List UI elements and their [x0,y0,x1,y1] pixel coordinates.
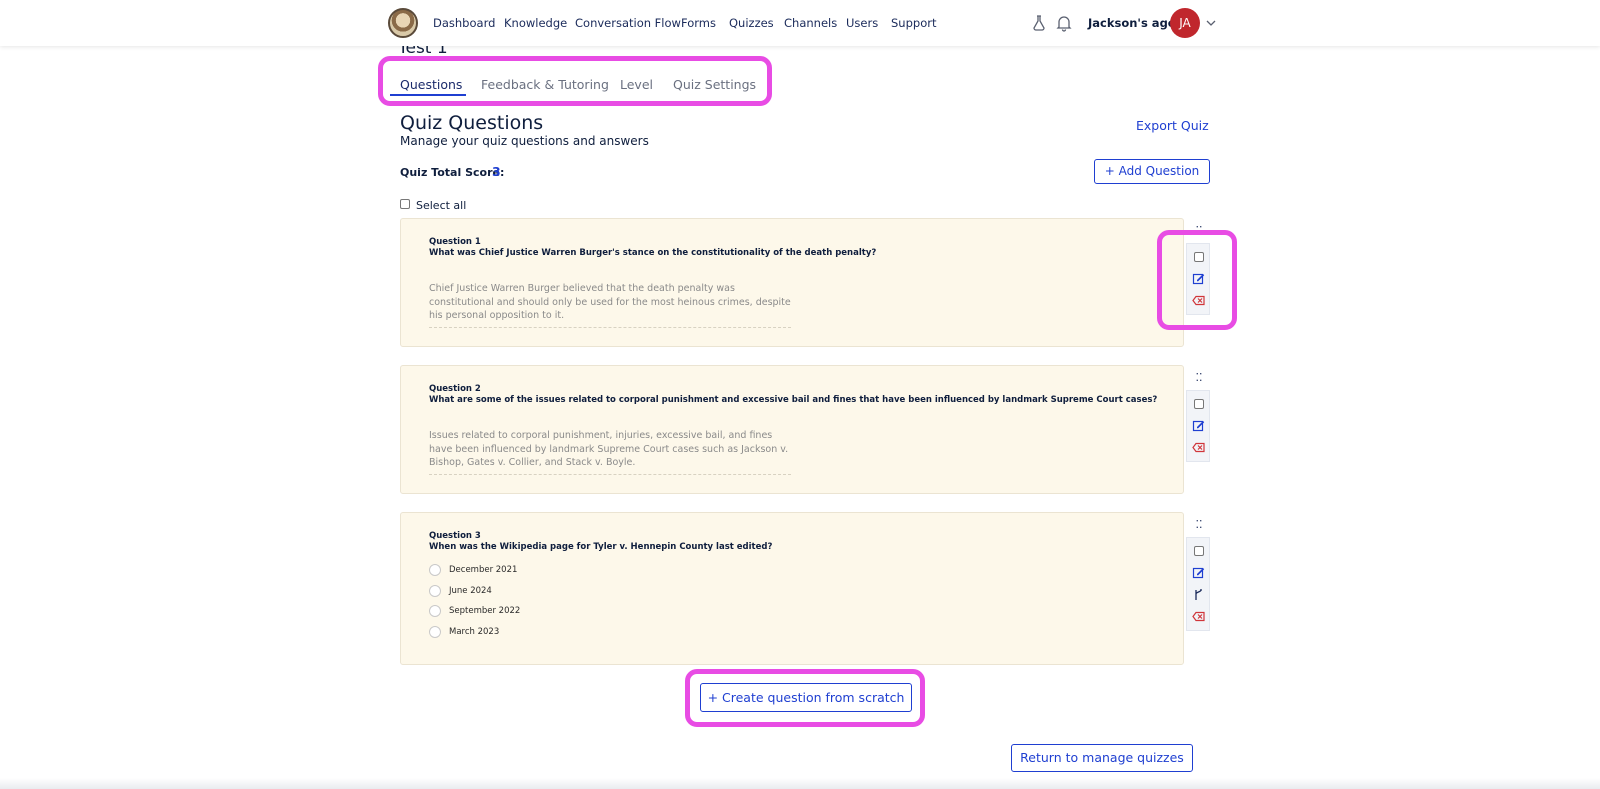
question-card-1: Question 1 What was Chief Justice Warren… [400,218,1184,347]
quiz-total-score-value: 3 [492,164,501,179]
active-tab-indicator [390,94,466,96]
answer-line: Issues related to corporal punishment, i… [429,430,773,441]
create-question-from-scratch-button[interactable]: + Create question from scratch [700,683,912,712]
option-radio[interactable] [429,626,441,638]
answer-line: his personal opposition to it. [429,310,565,321]
return-to-manage-quizzes-button[interactable]: Return to manage quizzes [1011,744,1193,772]
option-label: December 2021 [449,565,518,575]
answer-text: Issues related to corporal punishment, i… [429,429,791,475]
delete-icon[interactable] [1192,441,1205,454]
nav-dashboard[interactable]: Dashboard [433,16,495,30]
edit-icon[interactable] [1192,566,1205,579]
top-nav: Dashboard Knowledge Conversation Flow Fo… [0,0,1600,46]
question-label: Question 2 [429,384,481,394]
question-label: Question 3 [429,531,481,541]
tab-questions[interactable]: Questions [400,77,462,92]
nav-users[interactable]: Users [846,16,878,30]
avatar[interactable]: JA [1170,8,1200,38]
bell-icon[interactable] [1055,14,1073,32]
question-select-checkbox[interactable] [1194,399,1204,409]
drag-handle-icon[interactable]: ⁚⁚ [1194,372,1204,385]
answer-line: have been influenced by landmark Supreme… [429,443,789,455]
option-label: June 2024 [449,586,492,596]
answer-line: constitutional and should only be used f… [429,296,791,308]
nav-support[interactable]: Support [891,16,936,30]
bottom-edge [0,778,1600,789]
app-logo[interactable] [388,8,418,38]
answer-line: Chief Justice Warren Burger believed tha… [429,283,735,294]
edit-icon[interactable] [1192,419,1205,432]
flask-icon[interactable] [1030,14,1048,32]
quiz-total-score-label: Quiz Total Score: [400,166,505,179]
nav-knowledge[interactable]: Knowledge [504,16,567,30]
option-radio[interactable] [429,605,441,617]
question-text: What are some of the issues related to c… [429,395,1158,405]
question-actions-3 [1186,537,1210,631]
tab-quiz-settings[interactable]: Quiz Settings [673,77,756,92]
answer-text: Chief Justice Warren Burger believed tha… [429,282,791,328]
question-actions-2 [1186,390,1210,462]
drag-handle-icon[interactable]: ⁚⁚ [1194,519,1204,532]
branch-icon[interactable] [1192,588,1205,601]
export-quiz-link[interactable]: Export Quiz [1136,118,1209,133]
answer-line: Bishop, Gates v. Collier, and Stack v. B… [429,457,636,468]
select-all-label: Select all [416,199,467,212]
tab-feedback-tutoring[interactable]: Feedback & Tutoring [481,77,609,92]
page-subtitle: Manage your quiz questions and answers [400,134,649,148]
delete-icon[interactable] [1192,610,1205,623]
option-radio[interactable] [429,564,441,576]
nav-forms[interactable]: Forms [681,16,716,30]
page-title: Quiz Questions [400,112,544,134]
nav-quizzes[interactable]: Quizzes [729,16,774,30]
question-card-3: Question 3 When was the Wikipedia page f… [400,512,1184,665]
tab-level[interactable]: Level [620,77,653,92]
nav-conversation-flow[interactable]: Conversation Flow [575,16,681,30]
question-text: What was Chief Justice Warren Burger's s… [429,248,877,258]
option-label: March 2023 [449,627,500,637]
question-select-checkbox[interactable] [1194,546,1204,556]
select-all-checkbox[interactable] [400,199,410,209]
add-question-button[interactable]: + Add Question [1094,159,1210,184]
question-text: When was the Wikipedia page for Tyler v.… [429,542,773,552]
question-card-2: Question 2 What are some of the issues r… [400,365,1184,494]
nav-channels[interactable]: Channels [784,16,837,30]
question-label: Question 1 [429,237,481,247]
option-radio[interactable] [429,585,441,597]
option-label: September 2022 [449,606,521,616]
actions-highlight [1157,230,1237,330]
chevron-down-icon[interactable] [1204,16,1218,30]
